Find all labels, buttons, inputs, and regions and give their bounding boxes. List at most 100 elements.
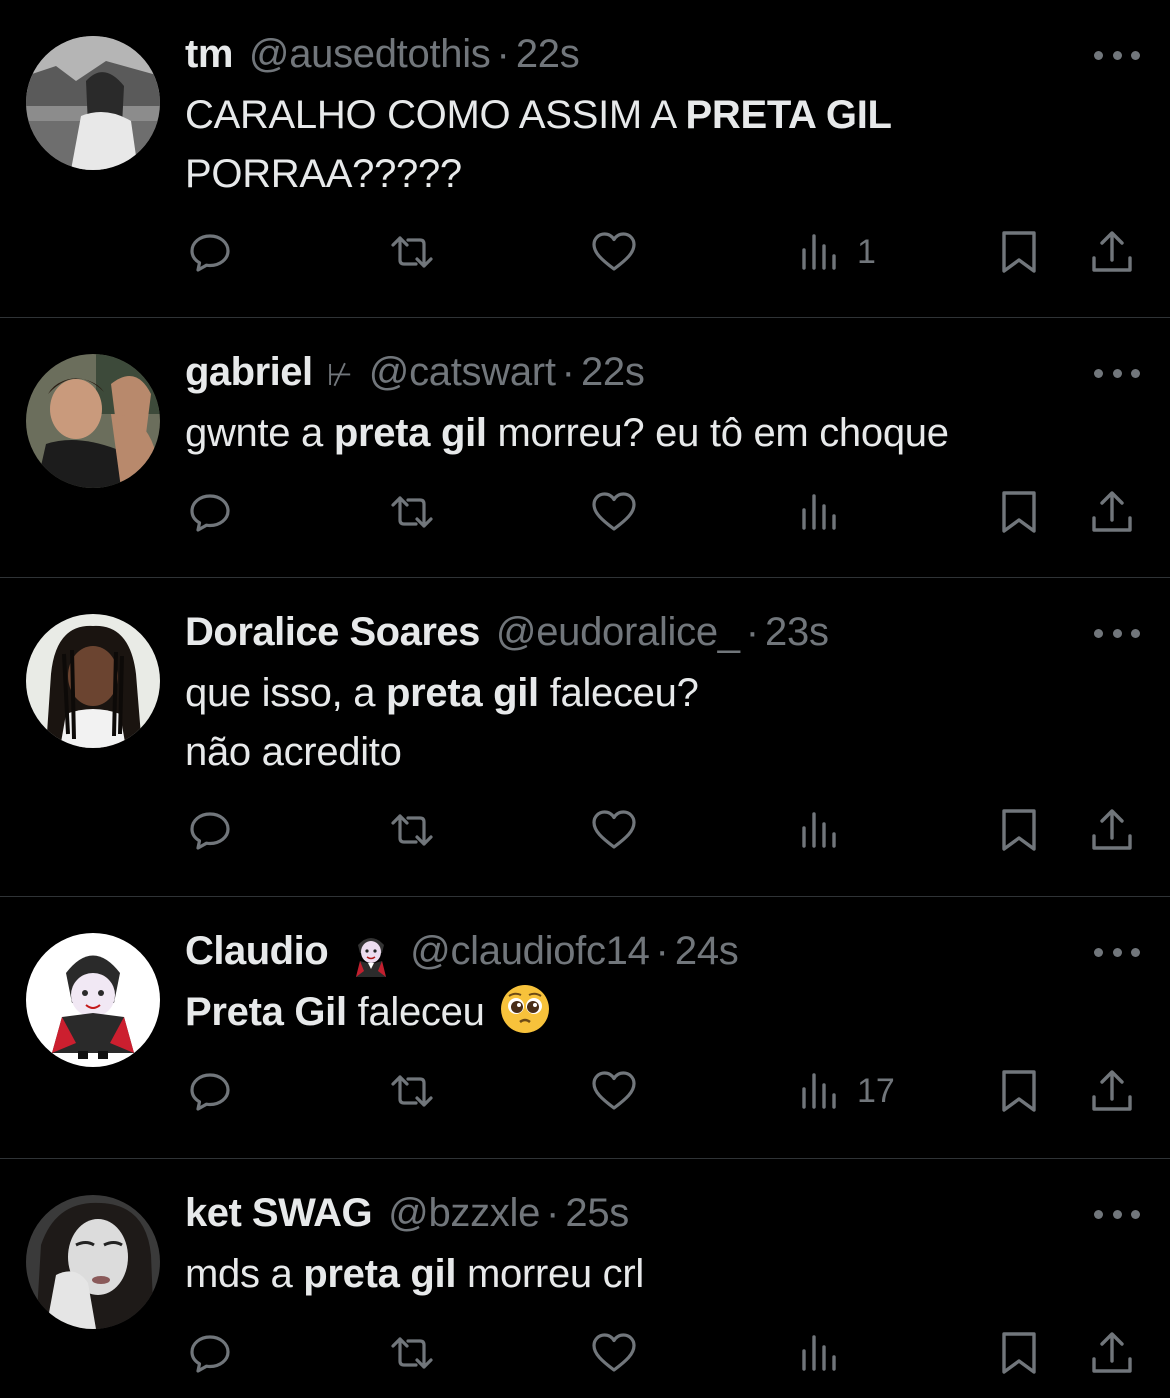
tweet-actions — [0, 802, 1170, 858]
more-icon[interactable] — [1094, 942, 1140, 962]
like-button[interactable] — [590, 1325, 638, 1381]
avatar[interactable] — [26, 614, 160, 748]
bookmark-icon — [995, 1329, 1043, 1377]
views-button[interactable] — [795, 1325, 843, 1381]
share-icon — [1088, 488, 1136, 536]
display-name[interactable]: Claudio — [185, 929, 329, 974]
reply-button[interactable] — [186, 802, 234, 858]
tweet-text-line: PORRAA????? — [185, 145, 1090, 204]
views-button[interactable] — [795, 802, 843, 858]
text-segment: mds a — [185, 1252, 304, 1296]
avatar[interactable] — [26, 1195, 160, 1329]
user-handle[interactable]: @catswart — [369, 350, 556, 395]
more-icon[interactable] — [1094, 363, 1140, 383]
timestamp[interactable]: 23s — [765, 610, 829, 655]
like-button[interactable] — [590, 1063, 638, 1119]
heart-icon — [590, 1067, 638, 1115]
heart-icon — [590, 488, 638, 536]
timeline-feed: tm @ausedtothis · 22s CARALHO COMO ASSIM… — [0, 0, 1170, 1398]
share-icon — [1088, 228, 1136, 276]
more-icon[interactable] — [1094, 623, 1140, 643]
views-count: 17 — [857, 1071, 895, 1110]
reply-icon — [186, 228, 234, 276]
highlighted-text: preta gil — [333, 411, 487, 455]
name-symbol: ⊬ — [326, 359, 353, 392]
avatar[interactable] — [26, 36, 160, 170]
tweet[interactable]: Doralice Soares @eudoralice_ · 23s que i… — [0, 578, 1170, 897]
reply-button[interactable] — [186, 484, 234, 540]
avatar-photo — [26, 1195, 160, 1329]
display-name[interactable]: ket SWAG — [185, 1191, 373, 1236]
tweet-actions — [0, 1325, 1170, 1381]
reply-button[interactable] — [186, 224, 234, 280]
heart-icon — [590, 806, 638, 854]
separator: · — [496, 32, 510, 76]
user-handle[interactable]: @bzzxle — [388, 1191, 540, 1236]
share-button[interactable] — [1088, 1325, 1136, 1381]
views-icon — [795, 228, 843, 276]
views-icon — [795, 1329, 843, 1377]
tweet[interactable]: tm @ausedtothis · 22s CARALHO COMO ASSIM… — [0, 0, 1170, 318]
bookmark-icon — [995, 488, 1043, 536]
views-icon — [795, 806, 843, 854]
timestamp[interactable]: 22s — [581, 350, 645, 395]
retweet-button[interactable] — [388, 224, 436, 280]
tweet-header: gabriel ⊬ @catswart · 22s — [185, 350, 1050, 400]
tweet-text-line: CARALHO COMO ASSIM A PRETA GIL — [185, 86, 1090, 145]
tweet-text: CARALHO COMO ASSIM A PRETA GIL PORRAA????… — [185, 86, 1090, 204]
avatar-photo — [26, 354, 160, 488]
user-handle[interactable]: @ausedtothis — [249, 32, 491, 77]
like-button[interactable] — [590, 224, 638, 280]
share-button[interactable] — [1088, 484, 1136, 540]
share-icon — [1088, 1329, 1136, 1377]
like-button[interactable] — [590, 484, 638, 540]
more-icon[interactable] — [1094, 1204, 1140, 1224]
reply-button[interactable] — [186, 1063, 234, 1119]
reply-button[interactable] — [186, 1325, 234, 1381]
more-icon[interactable] — [1094, 45, 1140, 65]
retweet-button[interactable] — [388, 1063, 436, 1119]
retweet-button[interactable] — [388, 1325, 436, 1381]
bookmark-icon — [995, 806, 1043, 854]
views-button[interactable] — [795, 484, 843, 540]
user-handle[interactable]: @eudoralice_ — [496, 610, 740, 655]
bookmark-button[interactable] — [995, 802, 1043, 858]
bookmark-button[interactable] — [995, 224, 1043, 280]
display-name[interactable]: gabriel — [185, 350, 313, 395]
timestamp[interactable]: 25s — [565, 1191, 629, 1236]
bookmark-button[interactable] — [995, 1063, 1043, 1119]
tweet[interactable]: gabriel ⊬ @catswart · 22s gwnte a preta … — [0, 318, 1170, 578]
retweet-icon — [388, 1329, 436, 1377]
tweet[interactable]: ket SWAG @bzzxle · 25s mds a preta gil m… — [0, 1159, 1170, 1398]
bookmark-icon — [995, 1067, 1043, 1115]
avatar[interactable] — [26, 354, 160, 488]
text-segment: que isso, a — [185, 671, 386, 715]
user-handle[interactable]: @claudiofc14 — [410, 929, 650, 974]
tweet-text-line: que isso, a preta gil faleceu? — [185, 664, 1090, 723]
views-button[interactable]: 1 — [795, 224, 876, 280]
separator: · — [546, 1191, 560, 1235]
retweet-button[interactable] — [388, 802, 436, 858]
bookmark-button[interactable] — [995, 484, 1043, 540]
views-button[interactable]: 17 — [795, 1063, 895, 1119]
retweet-icon — [388, 488, 436, 536]
display-name[interactable]: Doralice Soares — [185, 610, 480, 655]
tweet[interactable]: Claudio @claudiofc14 · 24s Preta Gil fal… — [0, 897, 1170, 1159]
retweet-icon — [388, 228, 436, 276]
avatar[interactable] — [26, 933, 160, 1067]
timestamp[interactable]: 24s — [675, 929, 739, 974]
bookmark-icon — [995, 228, 1043, 276]
timestamp[interactable]: 22s — [516, 32, 580, 77]
share-button[interactable] — [1088, 224, 1136, 280]
retweet-icon — [388, 806, 436, 854]
tweet-text-line: gwnte a preta gil morreu? eu tô em choqu… — [185, 404, 1090, 463]
share-button[interactable] — [1088, 802, 1136, 858]
retweet-button[interactable] — [388, 484, 436, 540]
heart-icon — [590, 1329, 638, 1377]
text-segment: PORRAA????? — [185, 152, 462, 196]
bookmark-button[interactable] — [995, 1325, 1043, 1381]
display-name[interactable]: tm — [185, 32, 233, 77]
tweet-text: gwnte a preta gil morreu? eu tô em choqu… — [185, 404, 1090, 463]
share-button[interactable] — [1088, 1063, 1136, 1119]
like-button[interactable] — [590, 802, 638, 858]
